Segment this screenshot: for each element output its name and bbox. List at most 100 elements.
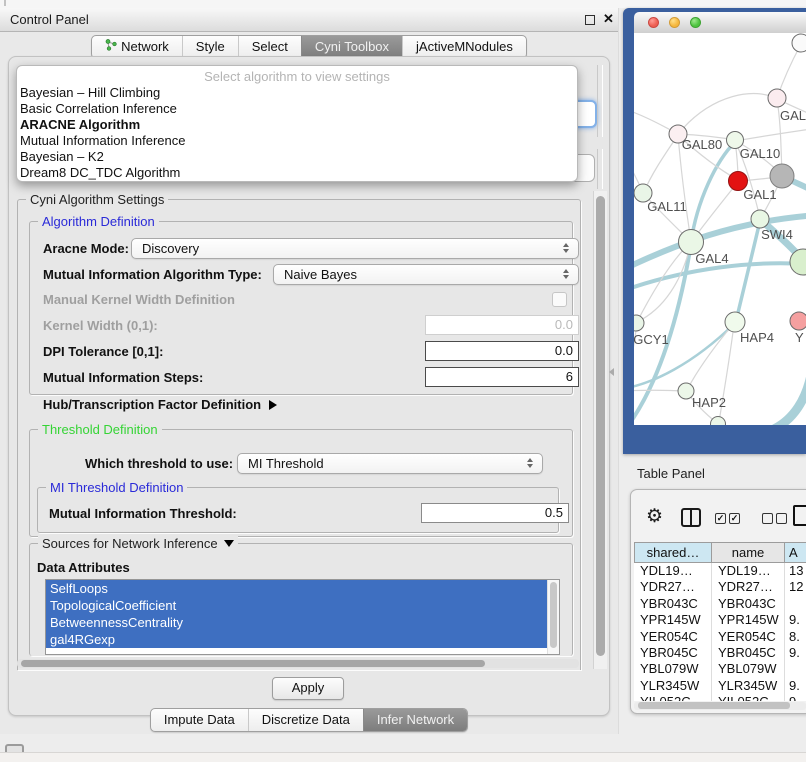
network-node-swi4[interactable] xyxy=(751,210,769,228)
attributes-scrollbar-thumb[interactable] xyxy=(550,582,557,648)
control-panel: Control Panel ✕ NetworkStyleSelectCyni T… xyxy=(0,8,619,734)
table-row[interactable]: YBL079WYBL079W xyxy=(634,661,806,677)
hub-section-toggle[interactable]: Hub/Transcription Factor Definition xyxy=(43,397,277,412)
column-header-a[interactable]: A xyxy=(785,542,806,563)
network-edge[interactable] xyxy=(678,94,777,134)
stepper-arrows-icon xyxy=(563,269,571,279)
dpi-tolerance-field[interactable]: 0.0 xyxy=(425,341,579,361)
network-node-y[interactable] xyxy=(790,312,806,330)
table-row[interactable]: YER054CYER054C8. xyxy=(634,629,806,645)
mi-type-combo[interactable]: Naive Bayes xyxy=(273,264,579,285)
network-node[interactable] xyxy=(711,417,726,426)
tab-impute-data[interactable]: Impute Data xyxy=(151,709,248,731)
attribute-item-topologicalcoefficient[interactable]: TopologicalCoefficient xyxy=(46,597,548,614)
sources-title[interactable]: Sources for Network Inference xyxy=(38,536,238,551)
app-root: Control Panel ✕ NetworkStyleSelectCyni T… xyxy=(0,0,806,762)
network-edge[interactable] xyxy=(736,221,760,321)
algorithm-option-aracne-algorithm[interactable]: ARACNE Algorithm xyxy=(17,117,577,133)
aracne-mode-combo[interactable]: Discovery xyxy=(131,238,579,259)
manual-kernel-checkbox[interactable] xyxy=(552,292,567,307)
which-threshold-label: Which threshold to use: xyxy=(85,456,233,471)
float-icon[interactable] xyxy=(585,15,595,25)
mi-threshold-field[interactable]: 0.5 xyxy=(421,503,569,523)
network-edge[interactable] xyxy=(634,390,685,391)
network-node-hap4[interactable] xyxy=(725,312,745,332)
close-icon[interactable]: ✕ xyxy=(603,11,614,27)
table-cell: YDR27… xyxy=(712,579,785,595)
network-window-titlebar[interactable] xyxy=(634,12,806,34)
attribute-item-betweennesscentrality[interactable]: BetweennessCentrality xyxy=(46,614,548,631)
table-cell: YLR345W xyxy=(712,678,785,694)
tab-select-label: Select xyxy=(252,36,288,58)
tab-infer-network[interactable]: Infer Network xyxy=(363,709,467,731)
algorithm-dropdown-popup: Select algorithm to view settings Bayesi… xyxy=(16,65,578,182)
doc-icon[interactable] xyxy=(793,505,806,531)
mi-steps-label: Mutual Information Steps: xyxy=(43,370,203,385)
attributes-scrollbar[interactable] xyxy=(547,580,559,654)
bottom-tab-row: Impute DataDiscretize DataInfer Network xyxy=(0,708,618,732)
settings-vertical-thumb[interactable] xyxy=(596,196,605,656)
tab-discretize-data[interactable]: Discretize Data xyxy=(248,709,363,731)
network-canvas[interactable]: GAL2GAL80GAL10GAL1GAL11SWI4GAL4GCY1HAP4Y… xyxy=(634,33,806,425)
table-cell: YDL19… xyxy=(634,563,712,579)
settings-horizontal-scrollbar[interactable] xyxy=(17,659,579,668)
network-node-gal2[interactable] xyxy=(768,89,786,107)
data-attributes-label: Data Attributes xyxy=(37,560,130,575)
tab-network[interactable]: Network xyxy=(92,36,182,58)
table-row[interactable]: YBR045CYBR045C9. xyxy=(634,645,806,661)
kernel-width-field[interactable]: 0.0 xyxy=(425,315,579,335)
network-edge[interactable] xyxy=(634,263,806,291)
settings-horizontal-thumb[interactable] xyxy=(21,660,485,667)
algorithm-option-mutual-information-inference[interactable]: Mutual Information Inference xyxy=(17,133,577,149)
data-attributes-list[interactable]: SelfLoopsTopologicalCoefficientBetweenne… xyxy=(45,579,560,655)
column-header-name[interactable]: name xyxy=(712,542,785,563)
table-row[interactable]: YLR345WYLR345W9. xyxy=(634,678,806,694)
network-node-gcy1[interactable] xyxy=(634,315,644,331)
tab-cyni-toolbox[interactable]: Cyni Toolbox xyxy=(301,36,402,58)
network-edge[interactable] xyxy=(774,375,806,425)
minimize-traffic-light-icon[interactable] xyxy=(669,17,680,28)
apply-button[interactable]: Apply xyxy=(272,677,344,700)
algorithm-option-basic-correlation-inference[interactable]: Basic Correlation Inference xyxy=(17,101,577,117)
split-icon[interactable] xyxy=(681,508,701,532)
table-cell: 9. xyxy=(785,645,806,661)
unchecked-icon[interactable] xyxy=(762,513,790,531)
network-edge[interactable] xyxy=(644,135,678,192)
network-view-window[interactable]: GAL2GAL80GAL10GAL1GAL11SWI4GAL4GCY1HAP4Y… xyxy=(623,8,806,454)
table-row[interactable]: YIL052CYIL052C9. xyxy=(634,694,806,701)
algorithm-option-bayesian-hill-climbing[interactable]: Bayesian – Hill Climbing xyxy=(17,85,577,101)
mi-steps-field[interactable]: 6 xyxy=(425,367,579,387)
table-horizontal-thumb[interactable] xyxy=(638,702,790,709)
checked-icon[interactable]: ✓✓ xyxy=(715,513,743,531)
settings-scrollpane: Cyni Algorithm Settings Algorithm Defini… xyxy=(13,189,607,671)
table-horizontal-scrollbar[interactable] xyxy=(634,702,806,710)
network-edge[interactable] xyxy=(719,424,770,425)
attribute-item-selfloops[interactable]: SelfLoops xyxy=(46,580,548,597)
network-node[interactable] xyxy=(792,34,806,52)
table-cell: 8. xyxy=(785,629,806,645)
network-node[interactable] xyxy=(770,164,794,188)
table-row[interactable]: YPR145WYPR145W9. xyxy=(634,612,806,628)
splitter-collapse-icon[interactable] xyxy=(609,368,614,376)
close-traffic-light-icon[interactable] xyxy=(648,17,659,28)
network-edge[interactable] xyxy=(735,128,806,141)
group-border-fragment xyxy=(597,149,603,189)
table-row[interactable]: YDL19…YDL19…13 xyxy=(634,563,806,579)
table-row[interactable]: YDR27…YDR27…12 xyxy=(634,579,806,595)
node-label-gcy1: GCY1 xyxy=(634,332,669,347)
tab-style[interactable]: Style xyxy=(182,36,238,58)
tab-select[interactable]: Select xyxy=(238,36,301,58)
which-threshold-combo[interactable]: MI Threshold xyxy=(237,453,543,474)
algorithm-option-dream8-dc-tdc-algorithm[interactable]: Dream8 DC_TDC Algorithm xyxy=(17,165,577,181)
table-cell xyxy=(785,661,806,677)
gear-icon[interactable]: ⚙ xyxy=(646,507,663,527)
table-cell: YDR27… xyxy=(634,579,712,595)
settings-vertical-scrollbar[interactable] xyxy=(593,191,607,669)
table-cell: YBL079W xyxy=(634,661,712,677)
attribute-item-gal4rgexp[interactable]: gal4RGexp xyxy=(46,631,548,648)
algorithm-option-bayesian-k2[interactable]: Bayesian – K2 xyxy=(17,149,577,165)
tab-jactivemnodules[interactable]: jActiveMNodules xyxy=(402,36,526,58)
table-row[interactable]: YBR043CYBR043C xyxy=(634,596,806,612)
zoom-traffic-light-icon[interactable] xyxy=(690,17,701,28)
column-header-shared-[interactable]: shared… xyxy=(634,542,712,563)
